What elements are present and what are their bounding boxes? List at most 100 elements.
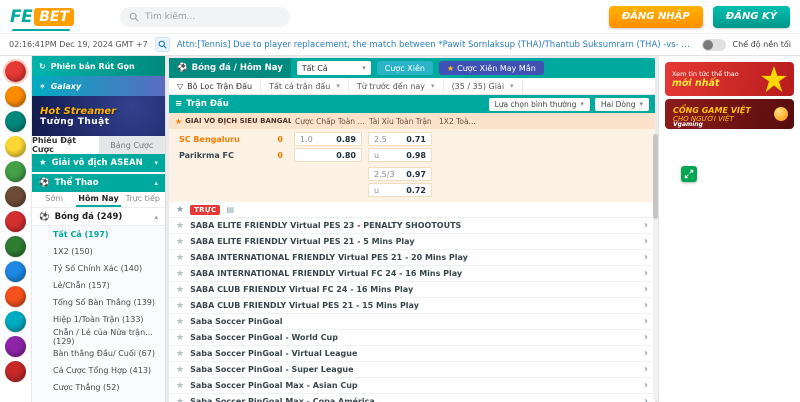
match-list-header: ≡ Trận Đấu Lựa chọn bình thường ▾ Hai Dò… bbox=[169, 95, 655, 113]
competition-row[interactable]: ★ Saba Soccer PinGoal - Super League › bbox=[169, 362, 655, 378]
febet-logo[interactable]: FE BET bbox=[10, 7, 74, 27]
grid-view-icon[interactable]: ▤ bbox=[226, 205, 234, 214]
sports-icon: ⚽ bbox=[39, 178, 50, 188]
section-sports[interactable]: ⚽ Thể Thao ▴ bbox=[32, 174, 165, 192]
favorite-star-icon[interactable]: ★ bbox=[176, 349, 184, 359]
favorite-star-icon[interactable]: ★ bbox=[176, 365, 184, 375]
filter-dropdown[interactable]: (35 / 35) Giải ▾ bbox=[444, 78, 523, 94]
market-menu-item[interactable]: Cược Thẳng (52) bbox=[32, 379, 165, 396]
time-filter-tab[interactable]: Hôm Nay bbox=[76, 192, 120, 207]
game-category-icon[interactable] bbox=[5, 311, 26, 332]
news-banner-line1: Xem tin tức thể thao bbox=[672, 70, 739, 78]
favorite-star-icon[interactable]: ★ bbox=[176, 237, 184, 247]
favorite-star-icon[interactable]: ★ bbox=[176, 333, 184, 343]
favorite-star-icon[interactable]: ★ bbox=[175, 117, 182, 126]
rows-mode-select[interactable]: Hai Dòng ▾ bbox=[595, 98, 649, 111]
time-filter-tab[interactable]: Sớm bbox=[32, 192, 76, 207]
league-name[interactable]: ★ GIẢI VÔ ĐỊCH SIÊU BANGALORE ẤN ĐỘ bbox=[169, 117, 291, 126]
home-score: 0 bbox=[265, 135, 291, 144]
competition-row[interactable]: ★ Saba Soccer PinGoal › bbox=[169, 314, 655, 330]
announcement-search-icon[interactable] bbox=[155, 37, 170, 52]
sport-football-header[interactable]: ⚽ Bóng đá (249) ▴ bbox=[32, 208, 165, 226]
market-menu-item[interactable]: Cá Cược Tổng Hợp (413) bbox=[32, 362, 165, 379]
favorite-star-icon[interactable]: ★ bbox=[176, 285, 184, 295]
handicap-home-odd[interactable]: 1.0 0.89 bbox=[294, 132, 362, 146]
asean-label: Giải vô địch ASEAN bbox=[52, 158, 143, 168]
competition-row[interactable]: ★ SABA ELITE FRIENDLY Virtual PES 23 - P… bbox=[169, 218, 655, 234]
market-menu-item[interactable]: Chẵn / Lẻ của Nửa trận... (129) bbox=[32, 328, 165, 345]
filter-dropdown[interactable]: Tất cả trận đấu ▾ bbox=[261, 78, 349, 94]
breadcrumb[interactable]: ⚽ Bóng đá / Hôm Nay bbox=[169, 58, 291, 78]
header-search[interactable] bbox=[120, 7, 290, 27]
favorite-star-icon[interactable]: ★ bbox=[176, 381, 184, 391]
competition-row[interactable]: ★ SABA INTERNATIONAL FRIENDLY Virtual PE… bbox=[169, 250, 655, 266]
over-odd-line2[interactable]: 2.5/3 0.97 bbox=[368, 167, 432, 181]
game-category-icon[interactable] bbox=[5, 111, 26, 132]
sports-label: Thể Thao bbox=[55, 178, 99, 188]
game-category-icon[interactable] bbox=[5, 86, 26, 107]
league-select[interactable]: Tất Cả ▾ bbox=[297, 61, 371, 75]
market-menu-item[interactable]: Tổng Số Bàn Thắng (139) bbox=[32, 294, 165, 311]
game-category-icon[interactable] bbox=[5, 186, 26, 207]
under-odd-line2[interactable]: u 0.72 bbox=[368, 183, 432, 197]
bet-slip-tabs: Phiếu Đặt Cược Bảng Cược bbox=[32, 136, 165, 154]
lucky-parlay-button[interactable]: ★ Cược Xiên May Mắn bbox=[439, 61, 544, 75]
favorite-star-icon[interactable]: ★ bbox=[176, 221, 184, 231]
sports-news-banner[interactable]: Xem tin tức thể thao mới nhất bbox=[665, 62, 794, 96]
tab-bet-board[interactable]: Bảng Cược bbox=[99, 136, 166, 154]
favorite-star-icon[interactable]: ★ bbox=[176, 397, 184, 402]
competition-row[interactable]: ★ Saba Soccer PinGoal Max - Copa América… bbox=[169, 394, 655, 402]
competition-row[interactable]: ★ Saba Soccer PinGoal Max - Asian Cup › bbox=[169, 378, 655, 394]
market-menu-item[interactable]: Bàn thắng Đầu/ Cuối (67) bbox=[32, 345, 165, 362]
time-filter-tab[interactable]: Trực tiếp bbox=[121, 192, 165, 207]
hot-streamer-promo[interactable]: Hot Streamer Tường Thuật bbox=[32, 96, 165, 136]
vgaming-banner[interactable]: CỔNG GAME VIỆT CHO NGƯỜI VIỆT Vgaming bbox=[665, 99, 794, 129]
galaxy-banner[interactable]: ✶ Galaxy bbox=[32, 76, 165, 96]
competition-row[interactable]: ★ SABA CLUB FRIENDLY Virtual PES 21 - 15… bbox=[169, 298, 655, 314]
favorite-star-icon[interactable]: ★ bbox=[176, 301, 184, 311]
home-team-name[interactable]: SC Bengaluru bbox=[169, 135, 265, 144]
register-button[interactable]: ĐĂNG KÝ bbox=[713, 6, 790, 28]
under-odd-line1[interactable]: u 0.98 bbox=[368, 148, 432, 162]
market-menu-item[interactable]: Tỷ Số Chính Xác (140) bbox=[32, 260, 165, 277]
competition-name: SABA ELITE FRIENDLY Virtual PES 23 - PEN… bbox=[190, 221, 461, 230]
competition-row[interactable]: ★ Saba Soccer PinGoal - World Cup › bbox=[169, 330, 655, 346]
market-menu-item[interactable]: 1X2 (150) bbox=[32, 243, 165, 260]
game-category-icon[interactable] bbox=[5, 211, 26, 232]
news-banner-text: Xem tin tức thể thao mới nhất bbox=[672, 70, 739, 89]
favorite-star-icon[interactable]: ★ bbox=[176, 253, 184, 263]
game-category-icon[interactable] bbox=[5, 61, 26, 82]
competition-row[interactable]: ★ SABA ELITE FRIENDLY Virtual PES 21 - 5… bbox=[169, 234, 655, 250]
dark-mode-toggle[interactable] bbox=[702, 39, 726, 51]
competition-row[interactable]: ★ SABA CLUB FRIENDLY Virtual FC 24 - 16 … bbox=[169, 282, 655, 298]
market-menu-item[interactable]: Tất Cả (197) bbox=[32, 226, 165, 243]
game-category-icon[interactable] bbox=[5, 136, 26, 157]
game-category-icon[interactable] bbox=[5, 336, 26, 357]
market-menu-item[interactable]: Hiệp 1/Toàn Trận (133) bbox=[32, 311, 165, 328]
compact-version-banner[interactable]: ↻ Phiên bản Rút Gọn bbox=[32, 56, 165, 76]
competition-row[interactable]: ★ SABA INTERNATIONAL FRIENDLY Virtual FC… bbox=[169, 266, 655, 282]
market-menu-item[interactable]: Lẻ/Chẵn (157) bbox=[32, 277, 165, 294]
odds-mode-select[interactable]: Lựa chọn bình thường ▾ bbox=[489, 98, 590, 111]
competition-row[interactable]: ★ Saba Soccer PinGoal - Virtual League › bbox=[169, 346, 655, 362]
game-category-icon[interactable] bbox=[5, 161, 26, 182]
game-category-icon[interactable] bbox=[5, 286, 26, 307]
parlay-button[interactable]: Cược Xiên bbox=[377, 61, 433, 75]
search-input[interactable] bbox=[145, 12, 281, 22]
tab-bet-slip[interactable]: Phiếu Đặt Cược bbox=[32, 136, 99, 154]
section-asean-championship[interactable]: ★ Giải vô địch ASEAN ▾ bbox=[32, 154, 165, 172]
over-odd-line1[interactable]: 2.5 0.71 bbox=[368, 132, 432, 146]
filter-dropdown[interactable]: Từ trước đến nay ▾ bbox=[349, 78, 444, 94]
favorite-star-icon[interactable]: ★ bbox=[176, 317, 184, 327]
login-button[interactable]: ĐĂNG NHẬP bbox=[609, 6, 703, 28]
right-rail: Xem tin tức thể thao mới nhất CỔNG GAME … bbox=[658, 56, 800, 402]
away-team-name[interactable]: Parikrma FC bbox=[169, 151, 265, 160]
handicap-away-odd[interactable]: 0.80 bbox=[294, 148, 362, 162]
game-category-icon[interactable] bbox=[5, 261, 26, 282]
game-category-icon[interactable] bbox=[5, 361, 26, 382]
favorite-star-icon[interactable]: ★ bbox=[176, 269, 184, 279]
game-category-icon[interactable] bbox=[5, 236, 26, 257]
favorite-star-icon[interactable]: ★ bbox=[176, 205, 184, 215]
expand-panel-button[interactable] bbox=[681, 166, 697, 182]
chevron-right-icon: › bbox=[644, 348, 648, 359]
